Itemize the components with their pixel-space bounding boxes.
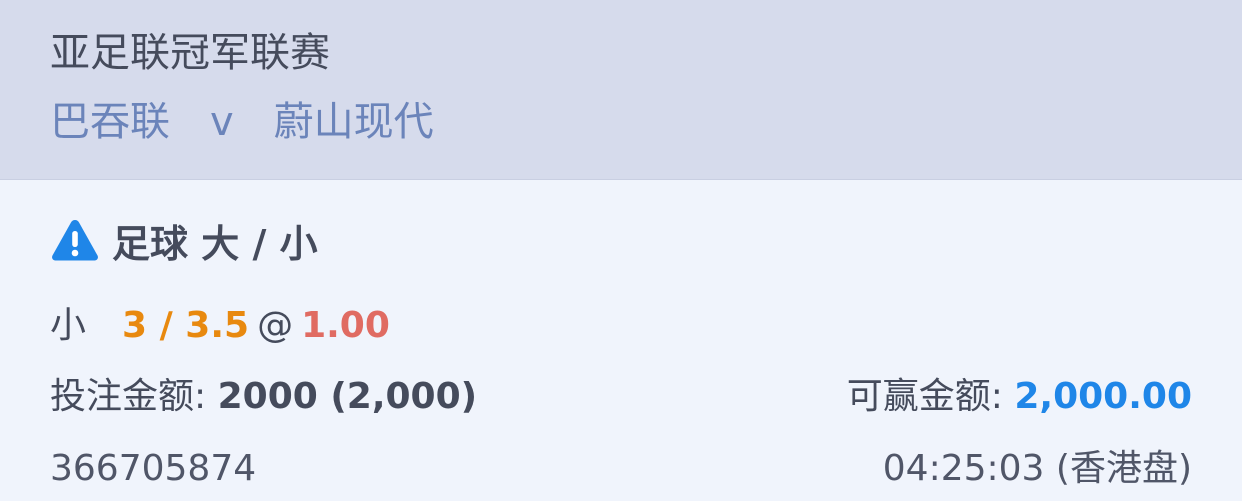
ticket-row: 366705874 04:25:03 (香港盘) bbox=[50, 445, 1192, 493]
bet-type-label: 足球 大 / 小 bbox=[112, 221, 318, 266]
stake: 投注金额: 2000 (2,000) bbox=[50, 373, 477, 421]
bet-time: 04:25:03 (香港盘) bbox=[882, 448, 1192, 489]
odds-value: 1.00 bbox=[301, 305, 390, 346]
league-name: 亚足联冠军联赛 bbox=[50, 30, 330, 76]
bet-details: 足球 大 / 小 小 3 / 3.5 @1.00 投注金额: 2000 (2,000… bbox=[0, 180, 1242, 501]
win-label: 可赢金额: bbox=[846, 376, 1003, 417]
away-team: 蔚山现代 bbox=[273, 99, 434, 145]
matchup: 巴吞联 v 蔚山现代 bbox=[50, 94, 434, 150]
bet-type: 足球 大 / 小 bbox=[50, 210, 318, 270]
handicap-value: 3 / 3.5 bbox=[122, 305, 250, 346]
warning-triangle-icon bbox=[52, 220, 98, 261]
selection-name: 小 bbox=[50, 305, 87, 346]
stake-value: 2000 (2,000) bbox=[217, 376, 478, 417]
ticket-id: 366705874 bbox=[50, 448, 257, 489]
match-header: 亚足联冠军联赛 巴吞联 v 蔚山现代 bbox=[0, 0, 1242, 180]
at-symbol: @ bbox=[257, 305, 294, 346]
potential-win: 可赢金额: 2,000.00 bbox=[847, 373, 1192, 421]
stake-label: 投注金额: bbox=[50, 376, 207, 417]
selection-row: 小 3 / 3.5 @1.00 bbox=[50, 302, 390, 350]
home-team: 巴吞联 bbox=[50, 99, 170, 145]
versus-label: v bbox=[210, 99, 234, 145]
stake-row: 投注金额: 2000 (2,000) 可赢金额: 2,000.00 bbox=[50, 373, 1192, 421]
win-value: 2,000.00 bbox=[1014, 376, 1192, 417]
